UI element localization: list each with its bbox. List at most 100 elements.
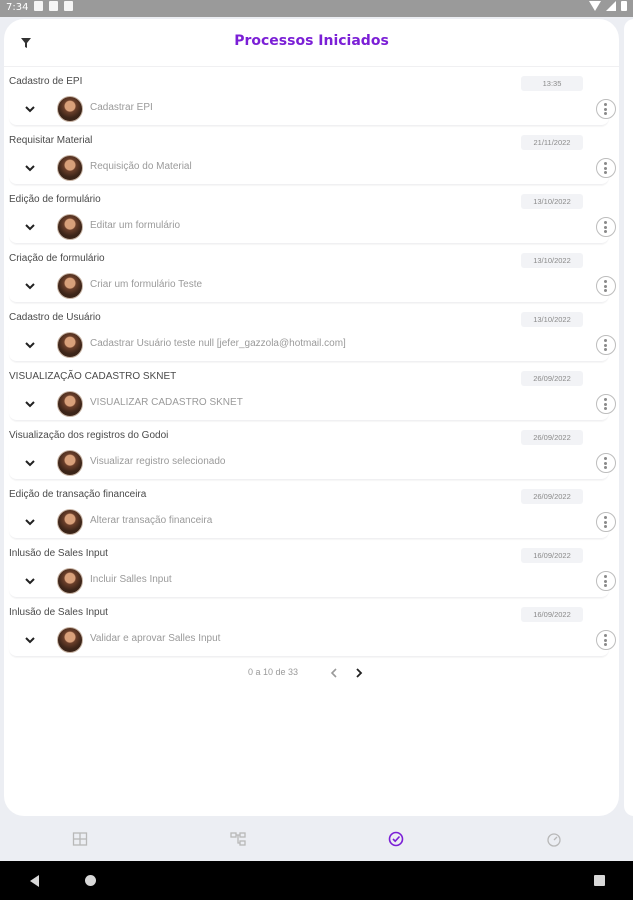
process-date-badge: 16/09/2022 <box>521 607 583 622</box>
pagination-info: 0 a 10 de 33 <box>248 667 299 677</box>
avatar <box>57 273 83 299</box>
chevron-down-icon[interactable] <box>23 279 37 293</box>
process-item: VISUALIZAÇÃO CADASTRO SKNET 26/09/2022 V… <box>4 366 619 425</box>
process-row[interactable]: Incluir Salles Input <box>9 565 616 598</box>
process-description: Cadastrar EPI <box>90 102 153 113</box>
process-row[interactable]: VISUALIZAR CADASTRO SKNET <box>9 388 616 421</box>
avatar <box>57 509 83 535</box>
status-bar: 7:34 <box>0 0 633 17</box>
process-description: Requisição do Material <box>90 161 192 172</box>
page-title: Processos Iniciados <box>234 33 389 49</box>
process-list: Cadastro de EPI 13:35 Cadastrar EPI Requ… <box>4 71 619 661</box>
process-date-badge: 13/10/2022 <box>521 253 583 268</box>
process-item: Edição de transação financeira 26/09/202… <box>4 484 619 543</box>
avatar <box>57 214 83 240</box>
notification-icon <box>34 1 43 11</box>
chevron-down-icon[interactable] <box>23 574 37 588</box>
process-item: Cadastro de EPI 13:35 Cadastrar EPI <box>4 71 619 130</box>
battery-icon <box>621 1 627 11</box>
header: Processos Iniciados <box>4 19 619 67</box>
chevron-down-icon[interactable] <box>23 515 37 529</box>
check-circle-icon[interactable] <box>387 830 405 848</box>
recents-icon[interactable] <box>594 875 605 886</box>
process-date-badge: 13/10/2022 <box>521 194 583 209</box>
wifi-icon <box>589 1 601 11</box>
more-options-button[interactable] <box>596 394 616 414</box>
process-name: Criação de formulário <box>9 253 105 264</box>
grid-icon[interactable] <box>71 830 89 848</box>
chevron-left-icon[interactable] <box>327 666 341 680</box>
back-icon[interactable] <box>30 875 39 887</box>
chevron-down-icon[interactable] <box>23 220 37 234</box>
chevron-down-icon[interactable] <box>23 397 37 411</box>
process-item: Inlusão de Sales Input 16/09/2022 Inclui… <box>4 543 619 602</box>
process-description: Cadastrar Usuário teste null [jefer_gazz… <box>90 338 346 349</box>
avatar <box>57 96 83 122</box>
process-date-badge: 13/10/2022 <box>521 312 583 327</box>
more-options-button[interactable] <box>596 335 616 355</box>
process-date-badge: 26/09/2022 <box>521 371 583 386</box>
system-icons <box>589 1 627 11</box>
process-name: Edição de transação financeira <box>9 489 147 500</box>
avatar <box>57 332 83 358</box>
system-navigation-bar <box>0 861 633 900</box>
chevron-down-icon[interactable] <box>23 456 37 470</box>
process-row[interactable]: Criar um formulário Teste <box>9 270 616 303</box>
process-date-badge: 26/09/2022 <box>521 489 583 504</box>
chevron-right-icon[interactable] <box>352 666 366 680</box>
chevron-down-icon[interactable] <box>23 102 37 116</box>
pagination: 0 a 10 de 33 <box>4 664 619 684</box>
process-description: Validar e aprovar Salles Input <box>90 633 221 644</box>
process-date-badge: 13:35 <box>521 76 583 91</box>
more-options-button[interactable] <box>596 512 616 532</box>
process-item: Cadastro de Usuário 13/10/2022 Cadastrar… <box>4 307 619 366</box>
process-name: Visualização dos registros do Godoi <box>9 430 169 441</box>
process-item: Inlusão de Sales Input 16/09/2022 Valida… <box>4 602 619 661</box>
avatar <box>57 627 83 653</box>
process-name: Cadastro de EPI <box>9 76 83 87</box>
process-name: Inlusão de Sales Input <box>9 607 108 618</box>
process-row[interactable]: Editar um formulário <box>9 211 616 244</box>
chevron-down-icon[interactable] <box>23 633 37 647</box>
avatar <box>57 155 83 181</box>
signal-icon <box>606 1 616 11</box>
more-options-button[interactable] <box>596 99 616 119</box>
status-time: 7:34 <box>6 2 29 13</box>
process-date-badge: 26/09/2022 <box>521 430 583 445</box>
processes-card: Processos Iniciados Cadastro de EPI 13:3… <box>4 19 619 816</box>
process-description: Alterar transação financeira <box>90 515 213 526</box>
process-row[interactable]: Alterar transação financeira <box>9 506 616 539</box>
notification-icon <box>49 1 58 11</box>
more-options-button[interactable] <box>596 276 616 296</box>
more-options-button[interactable] <box>596 630 616 650</box>
chevron-down-icon[interactable] <box>23 338 37 352</box>
process-row[interactable]: Requisição do Material <box>9 152 616 185</box>
notification-icon <box>64 1 73 11</box>
process-name: Inlusão de Sales Input <box>9 548 108 559</box>
more-options-button[interactable] <box>596 453 616 473</box>
workflow-icon[interactable] <box>229 830 247 848</box>
speedometer-icon[interactable] <box>545 830 563 848</box>
process-row[interactable]: Cadastrar EPI <box>9 93 616 126</box>
more-options-button[interactable] <box>596 217 616 237</box>
chevron-down-icon[interactable] <box>23 161 37 175</box>
process-date-badge: 16/09/2022 <box>521 548 583 563</box>
process-description: VISUALIZAR CADASTRO SKNET <box>90 397 243 408</box>
bottom-navigation <box>0 820 633 860</box>
process-row[interactable]: Validar e aprovar Salles Input <box>9 624 616 657</box>
home-icon[interactable] <box>85 875 96 886</box>
process-row[interactable]: Cadastrar Usuário teste null [jefer_gazz… <box>9 329 616 362</box>
adjacent-panel <box>624 19 633 816</box>
avatar <box>57 450 83 476</box>
process-item: Visualização dos registros do Godoi 26/0… <box>4 425 619 484</box>
more-options-button[interactable] <box>596 571 616 591</box>
process-date-badge: 21/11/2022 <box>521 135 583 150</box>
process-name: Cadastro de Usuário <box>9 312 101 323</box>
process-description: Editar um formulário <box>90 220 181 231</box>
notification-icons <box>34 1 73 11</box>
process-name: Edição de formulário <box>9 194 101 205</box>
process-name: Requisitar Material <box>9 135 93 146</box>
more-options-button[interactable] <box>596 158 616 178</box>
process-row[interactable]: Visualizar registro selecionado <box>9 447 616 480</box>
process-name: VISUALIZAÇÃO CADASTRO SKNET <box>9 371 177 382</box>
